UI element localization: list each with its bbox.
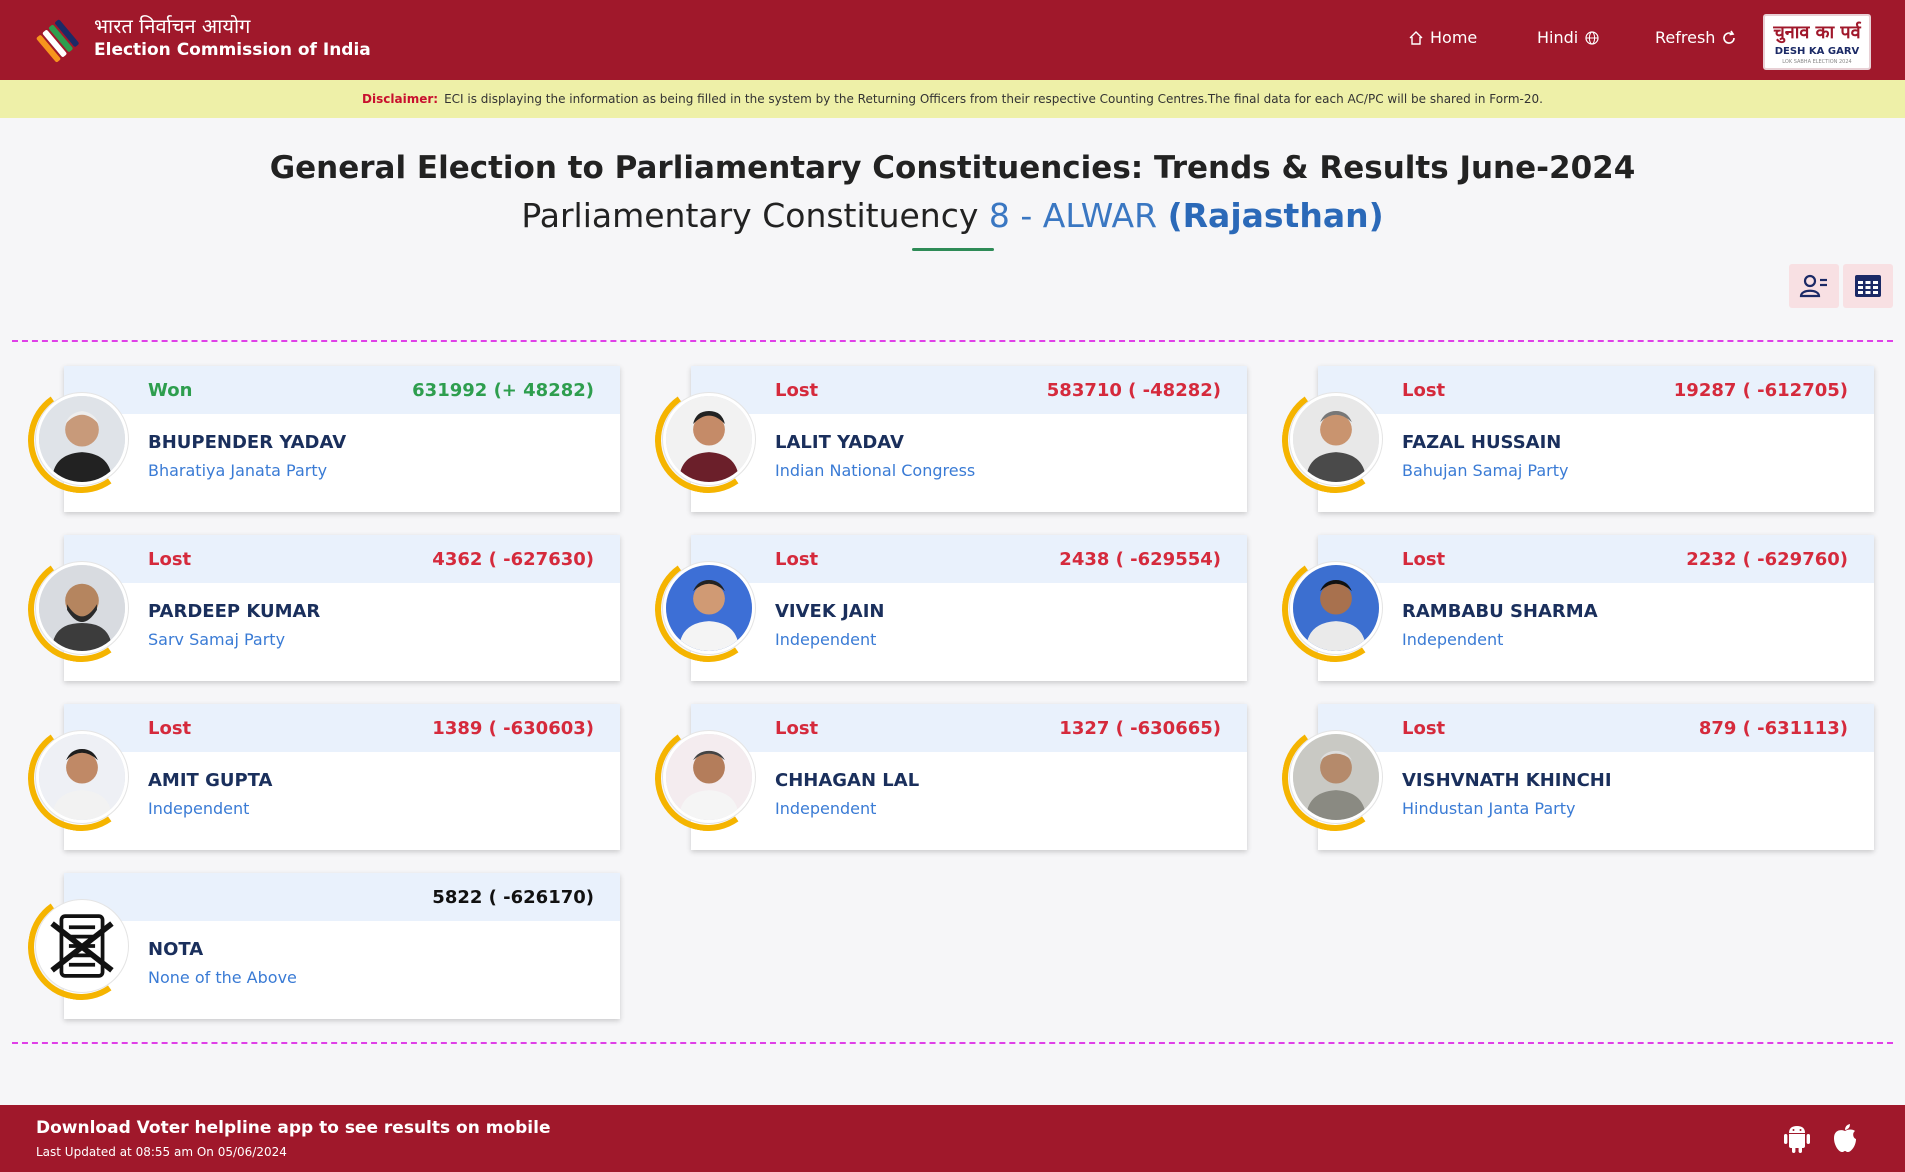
vote-count: 2438 ( -629554) <box>1059 549 1221 570</box>
subtitle-prefix: Parliamentary Constituency <box>521 196 979 235</box>
party-name: None of the Above <box>148 968 297 987</box>
nav-home-label: Home <box>1430 28 1478 47</box>
result-status: Won <box>148 380 193 401</box>
candidate-name: FAZAL HUSSAIN <box>1402 432 1562 453</box>
party-name: Independent <box>148 799 250 818</box>
eci-logo-icon[interactable] <box>34 13 86 65</box>
candidate-photo <box>36 393 128 485</box>
site-header: भारत निर्वाचन आयोग Election Commission o… <box>0 0 1905 80</box>
vote-count: 583710 ( -48282) <box>1046 380 1221 401</box>
candidate-photo <box>663 393 755 485</box>
brand-hindi: भारत निर्वाचन आयोग <box>94 14 251 38</box>
candidate-name: AMIT GUPTA <box>148 770 273 791</box>
candidate-name: VISHVNATH KHINCHI <box>1402 770 1612 791</box>
candidate-card[interactable]: Lost 1327 ( -630665) CHHAGAN LAL Indepen… <box>639 704 1259 850</box>
home-icon <box>1409 30 1423 45</box>
candidate-photo <box>36 562 128 654</box>
candidate-card[interactable]: Lost 2438 ( -629554) VIVEK JAIN Independ… <box>639 535 1259 681</box>
result-status: Lost <box>1402 380 1446 401</box>
disclaimer-bar: Disclaimer: ECI is displaying the inform… <box>0 80 1905 118</box>
candidate-photo <box>663 731 755 823</box>
vote-count: 19287 ( -612705) <box>1673 380 1848 401</box>
divider-bottom <box>12 1042 1893 1044</box>
result-status: Lost <box>1402 549 1446 570</box>
nav-hindi-label: Hindi <box>1537 28 1579 47</box>
disclaimer-label: Disclaimer: <box>362 92 439 106</box>
table-view-button[interactable] <box>1843 264 1893 308</box>
candidate-card[interactable]: Won 631992 (+ 48282) BHUPENDER YADAV Bha… <box>12 366 632 512</box>
candidate-card[interactable]: 5822 ( -626170) NOTA None of the Above <box>12 873 632 1019</box>
party-name: Bharatiya Janata Party <box>148 461 328 480</box>
candidate-name: LALIT YADAV <box>775 432 904 453</box>
candidate-card[interactable]: Lost 1389 ( -630603) AMIT GUPTA Independ… <box>12 704 632 850</box>
nav-home-link[interactable]: Home <box>1408 28 1477 47</box>
candidate-card[interactable]: Lost 4362 ( -627630) PARDEEP KUMAR Sarv … <box>12 535 632 681</box>
refresh-icon <box>1723 30 1736 44</box>
badge-hindi: चुनाव का पर्व <box>1773 22 1861 43</box>
party-name: Independent <box>775 630 877 649</box>
brand-english: Election Commission of India <box>94 40 371 60</box>
candidate-card[interactable]: Lost 583710 ( -48282) LALIT YADAV Indian… <box>639 366 1259 512</box>
candidate-name: VIVEK JAIN <box>775 601 885 622</box>
candidate-photo <box>1290 393 1382 485</box>
candidate-photo <box>663 562 755 654</box>
result-status: Lost <box>775 718 819 739</box>
nav-refresh-label: Refresh <box>1655 28 1716 47</box>
candidate-name: BHUPENDER YADAV <box>148 432 347 453</box>
constituency-title: Parliamentary Constituency 8 - ALWAR (Ra… <box>0 196 1905 235</box>
party-name: Independent <box>775 799 877 818</box>
vote-count: 2232 ( -629760) <box>1686 549 1848 570</box>
globe-icon <box>1585 30 1599 45</box>
vote-count: 5822 ( -626170) <box>432 887 594 908</box>
disclaimer-text: ECI is displaying the information as bei… <box>444 92 1543 106</box>
candidate-card[interactable]: Lost 879 ( -631113) VISHVNATH KHINCHI Hi… <box>1266 704 1886 850</box>
candidate-photo <box>36 731 128 823</box>
candidate-card[interactable]: Lost 19287 ( -612705) FAZAL HUSSAIN Bahu… <box>1266 366 1886 512</box>
site-footer: Download Voter helpline app to see resul… <box>0 1105 1905 1172</box>
party-name: Independent <box>1402 630 1504 649</box>
last-updated: Last Updated at 08:55 am On 05/06/2024 <box>36 1145 287 1159</box>
divider-top <box>12 340 1893 342</box>
badge-small: LOK SABHA ELECTION 2024 <box>1782 59 1852 65</box>
candidate-name: NOTA <box>148 939 204 960</box>
badge-english: DESH KA GARV <box>1774 46 1860 57</box>
table-icon <box>1855 275 1881 297</box>
nota-symbol-icon <box>36 900 128 992</box>
vote-count: 879 ( -631113) <box>1698 718 1848 739</box>
candidate-photo <box>1290 562 1382 654</box>
brand-text[interactable]: भारत निर्वाचन आयोग Election Commission o… <box>94 14 371 62</box>
vote-count: 631992 (+ 48282) <box>412 380 594 401</box>
candidate-name: RAMBABU SHARMA <box>1402 601 1598 622</box>
apple-icon[interactable] <box>1829 1122 1861 1154</box>
vote-count: 1327 ( -630665) <box>1059 718 1221 739</box>
result-status: Lost <box>775 549 819 570</box>
state-name: (Rajasthan) <box>1167 196 1384 235</box>
page-title: General Election to Parliamentary Consti… <box>269 150 1636 186</box>
result-status: Lost <box>775 380 819 401</box>
party-name: Sarv Samaj Party <box>148 630 286 649</box>
android-icon[interactable] <box>1781 1122 1813 1154</box>
vote-count: 4362 ( -627630) <box>432 549 594 570</box>
title-underline <box>912 248 994 251</box>
constituency-name: 8 - ALWAR <box>988 196 1158 235</box>
desh-ka-garv-badge[interactable]: चुनाव का पर्व DESH KA GARV LOK SABHA ELE… <box>1763 14 1871 70</box>
nav-hindi-link[interactable]: Hindi <box>1537 28 1600 47</box>
nav-refresh-button[interactable]: Refresh <box>1655 28 1737 47</box>
party-name: Bahujan Samaj Party <box>1402 461 1569 480</box>
result-status: Lost <box>148 718 192 739</box>
candidate-name: PARDEEP KUMAR <box>148 601 321 622</box>
user-list-icon <box>1799 274 1827 298</box>
candidate-card[interactable]: Lost 2232 ( -629760) RAMBABU SHARMA Inde… <box>1266 535 1886 681</box>
candidate-name: CHHAGAN LAL <box>775 770 920 791</box>
candidate-view-button[interactable] <box>1789 264 1839 308</box>
download-app-text: Download Voter helpline app to see resul… <box>36 1118 551 1138</box>
party-name: Hindustan Janta Party <box>1402 799 1576 818</box>
party-name: Indian National Congress <box>775 461 976 480</box>
vote-count: 1389 ( -630603) <box>432 718 594 739</box>
candidate-photo <box>1290 731 1382 823</box>
result-status: Lost <box>148 549 192 570</box>
result-status: Lost <box>1402 718 1446 739</box>
